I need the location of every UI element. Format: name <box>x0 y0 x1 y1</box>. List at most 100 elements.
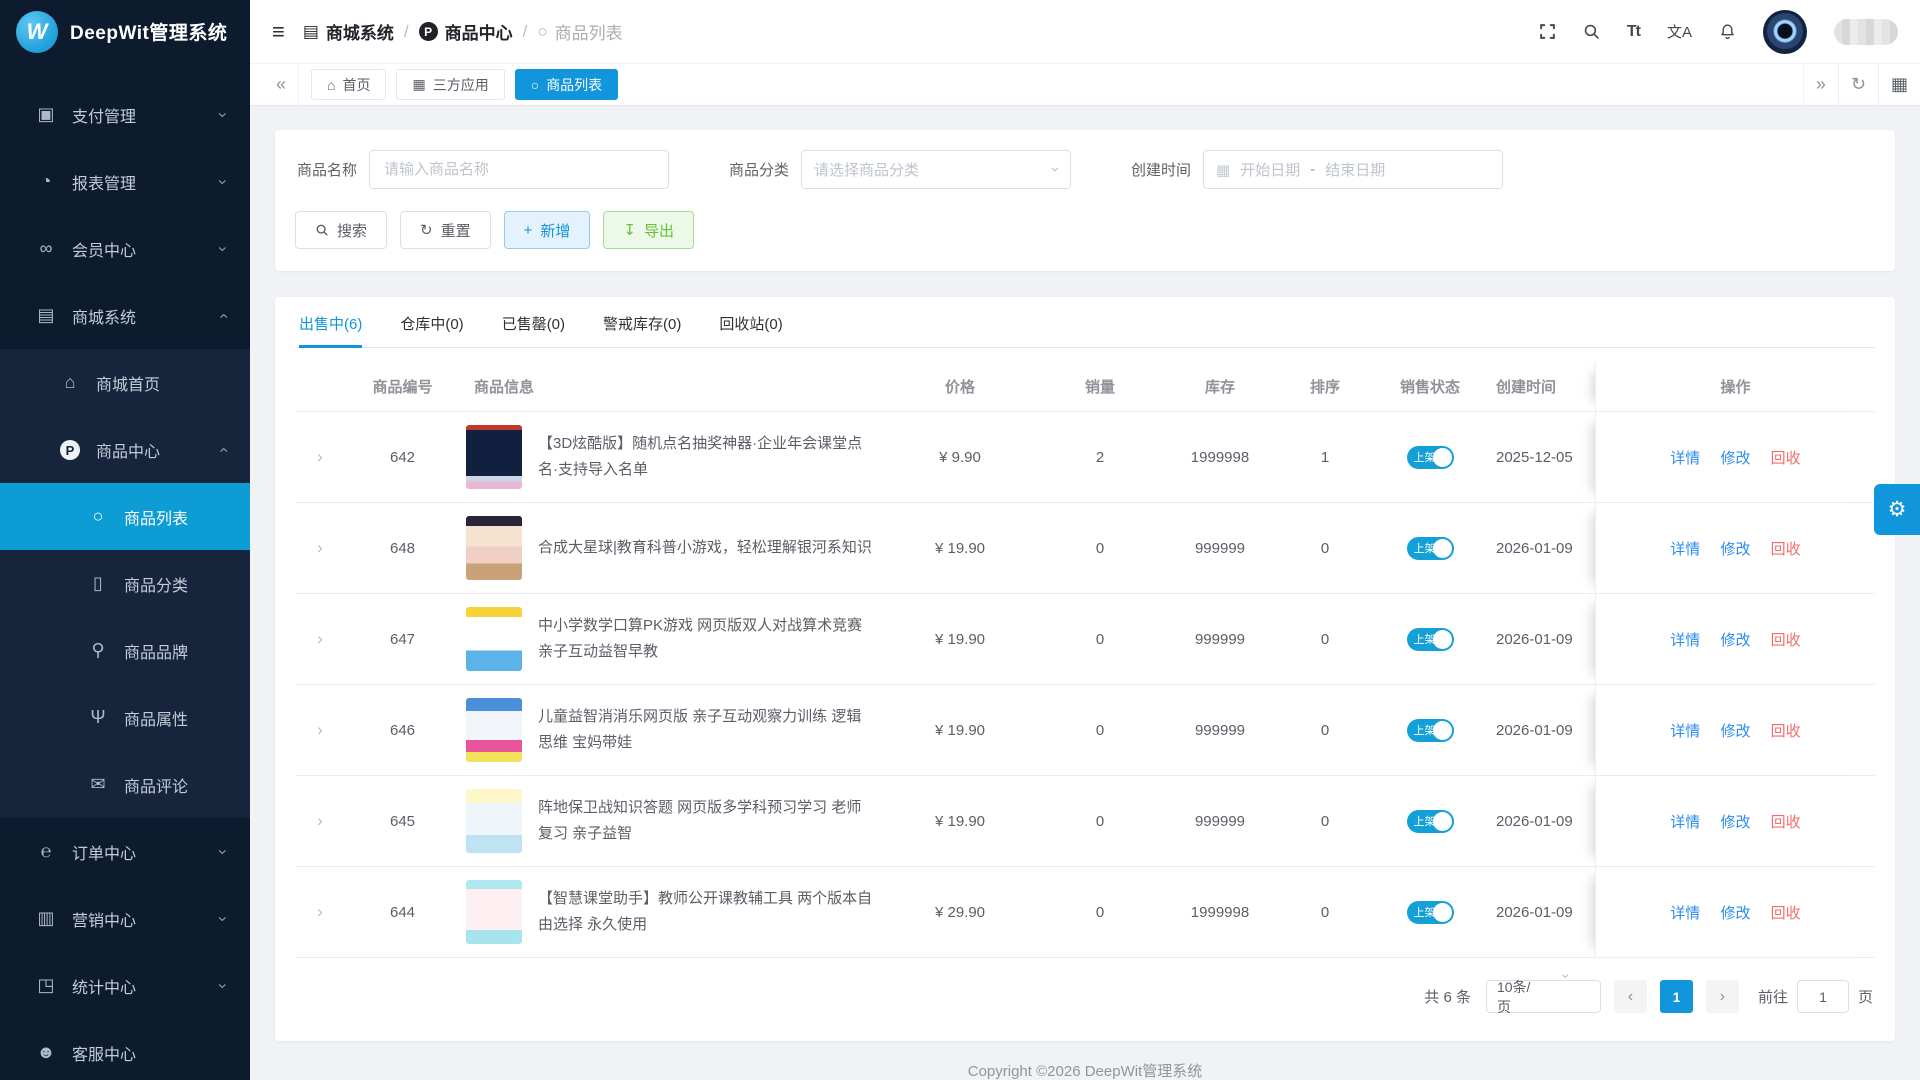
expand-row-icon[interactable]: › <box>317 447 323 466</box>
recycle-link[interactable]: 回收 <box>1771 814 1801 831</box>
edit-link[interactable]: 修改 <box>1720 723 1750 740</box>
recycle-link[interactable]: 回收 <box>1771 541 1801 558</box>
product-title[interactable]: 儿童益智消消乐网页版 亲子互动观察力训练 逻辑思维 宝妈带娃 <box>538 704 874 757</box>
edit-link[interactable]: 修改 <box>1720 814 1750 831</box>
expand-row-icon[interactable]: › <box>317 811 323 830</box>
notification-bell-icon[interactable] <box>1719 23 1736 40</box>
settings-gear-button[interactable]: ⚙ <box>1874 484 1920 535</box>
refresh-page-icon[interactable]: ↻ <box>1838 64 1878 105</box>
sidebar-item[interactable]: ▤商城系统› <box>0 282 250 349</box>
font-size-icon[interactable]: Tt <box>1627 23 1640 41</box>
product-title[interactable]: 合成大星球|教育科普小游戏，轻松理解银河系知识 <box>538 535 872 561</box>
fullscreen-icon[interactable] <box>1539 23 1556 40</box>
status-toggle[interactable]: 上架 <box>1407 719 1454 742</box>
sidebar-item[interactable]: P商品中心› <box>0 416 250 483</box>
recycle-link[interactable]: 回收 <box>1771 450 1801 467</box>
search-icon[interactable] <box>1583 23 1600 40</box>
status-toggle[interactable]: 上架 <box>1407 810 1454 833</box>
edit-link[interactable]: 修改 <box>1720 905 1750 922</box>
status-tab[interactable]: 警戒库存(0) <box>603 313 681 347</box>
tabs-scroll-right-icon[interactable]: » <box>1803 64 1838 105</box>
expand-row-icon[interactable]: › <box>317 538 323 557</box>
product-thumbnail[interactable] <box>466 789 522 853</box>
sidebar-item[interactable]: ▣支付管理› <box>0 81 250 148</box>
copyright: Copyright ©2026 DeepWit管理系统 <box>275 1041 1895 1080</box>
reset-button[interactable]: ↻ 重置 <box>400 211 491 249</box>
add-button[interactable]: + 新增 <box>504 211 591 249</box>
sidebar-item[interactable]: ⚲商品品牌 <box>0 617 250 684</box>
page-1-button[interactable]: 1 <box>1660 980 1693 1013</box>
expand-row-icon[interactable]: › <box>317 720 323 739</box>
date-range-picker[interactable]: ▦ 开始日期 - 结束日期 <box>1203 150 1503 189</box>
sidebar-item[interactable]: ∞会员中心› <box>0 215 250 282</box>
goto-page-input[interactable] <box>1797 980 1849 1013</box>
product-thumbnail[interactable] <box>466 425 522 489</box>
expand-row-icon[interactable]: › <box>317 902 323 921</box>
status-tab[interactable]: 出售中(6) <box>299 313 362 347</box>
export-button[interactable]: ↧ 导出 <box>603 211 694 249</box>
next-page-button[interactable]: › <box>1706 980 1739 1013</box>
breadcrumb-item-shop[interactable]: ▤ 商城系统 <box>303 19 394 44</box>
product-title[interactable]: 阵地保卫战知识答题 网页版多学科预习学习 老师复习 亲子益智 <box>538 795 874 848</box>
product-stock: 999999 <box>1160 594 1280 685</box>
product-thumbnail[interactable] <box>466 516 522 580</box>
layout-grid-icon[interactable]: ▦ <box>1878 64 1920 105</box>
sidebar-item[interactable]: ▯商品分类 <box>0 550 250 617</box>
search-button[interactable]: 搜索 <box>295 211 387 249</box>
tabs-scroll-left-icon[interactable]: « <box>264 64 299 105</box>
breadcrumb-item-product-center[interactable]: P 商品中心 <box>419 19 513 44</box>
sidebar-item[interactable]: ☻客服中心 <box>0 1019 250 1080</box>
chevron-down-icon: › <box>213 179 233 185</box>
sidebar-item[interactable]: ○商品列表 <box>0 483 250 550</box>
sidebar-item-label: 商城首页 <box>96 371 250 395</box>
detail-link[interactable]: 详情 <box>1670 632 1700 649</box>
product-category-select[interactable]: 请选择商品分类 › <box>801 150 1071 189</box>
recycle-link[interactable]: 回收 <box>1771 723 1801 740</box>
recycle-link[interactable]: 回收 <box>1771 905 1801 922</box>
status-toggle[interactable]: 上架 <box>1407 901 1454 924</box>
sidebar-item[interactable]: ℮订单中心› <box>0 818 250 885</box>
sidebar-item[interactable]: ◔报表管理› <box>0 148 250 215</box>
detail-link[interactable]: 详情 <box>1670 905 1700 922</box>
expand-row-icon[interactable]: › <box>317 629 323 648</box>
language-icon[interactable]: 文A <box>1667 21 1692 42</box>
product-title[interactable]: 中小学数学口算PK游戏 网页版双人对战算术竞赛 亲子互动益智早教 <box>538 613 874 666</box>
product-title[interactable]: 【智慧课堂助手】教师公开课教辅工具 两个版本自由选择 永久使用 <box>538 886 874 939</box>
status-toggle[interactable]: 上架 <box>1407 446 1454 469</box>
status-tab[interactable]: 仓库中(0) <box>400 313 463 347</box>
page-size-select[interactable]: 10条/页 › <box>1486 980 1601 1013</box>
detail-link[interactable]: 详情 <box>1670 450 1700 467</box>
status-tab[interactable]: 已售罄(0) <box>502 313 565 347</box>
status-toggle[interactable]: 上架 <box>1407 628 1454 651</box>
tab-chip[interactable]: ▦三方应用 <box>396 69 504 100</box>
product-thumbnail[interactable] <box>466 698 522 762</box>
product-name-input[interactable] <box>369 150 669 189</box>
status-toggle[interactable]: 上架 <box>1407 537 1454 560</box>
status-tab[interactable]: 回收站(0) <box>719 313 782 347</box>
product-price: ¥ 19.90 <box>880 503 1040 594</box>
sidebar-item[interactable]: ✉商品评论 <box>0 751 250 818</box>
prev-page-button[interactable]: ‹ <box>1614 980 1647 1013</box>
edit-link[interactable]: 修改 <box>1720 541 1750 558</box>
recycle-link[interactable]: 回收 <box>1771 632 1801 649</box>
edit-link[interactable]: 修改 <box>1720 450 1750 467</box>
sidebar-item[interactable]: ◳统计中心› <box>0 952 250 1019</box>
sidebar-item[interactable]: ⌂商城首页 <box>0 349 250 416</box>
column-header-info: 商品信息 <box>460 362 880 412</box>
user-avatar[interactable] <box>1763 10 1807 54</box>
detail-link[interactable]: 详情 <box>1670 541 1700 558</box>
tab-chip[interactable]: ○商品列表 <box>515 69 618 100</box>
detail-link[interactable]: 详情 <box>1670 723 1700 740</box>
collapse-sidebar-icon[interactable]: ≡ <box>272 19 285 45</box>
product-created-date: 2026-01-09 <box>1490 503 1595 594</box>
tab-chip[interactable]: ⌂首页 <box>311 69 386 100</box>
product-title[interactable]: 【3D炫酷版】随机点名抽奖神器·企业年会课堂点名·支持导入名单 <box>538 431 874 484</box>
product-thumbnail[interactable] <box>466 607 522 671</box>
username-redacted[interactable] <box>1834 19 1898 45</box>
detail-link[interactable]: 详情 <box>1670 814 1700 831</box>
sidebar-item[interactable]: Ψ商品属性 <box>0 684 250 751</box>
sidebar-item[interactable]: ▥营销中心› <box>0 885 250 952</box>
edit-link[interactable]: 修改 <box>1720 632 1750 649</box>
comment-icon: ✉ <box>86 774 110 795</box>
product-thumbnail[interactable] <box>466 880 522 944</box>
